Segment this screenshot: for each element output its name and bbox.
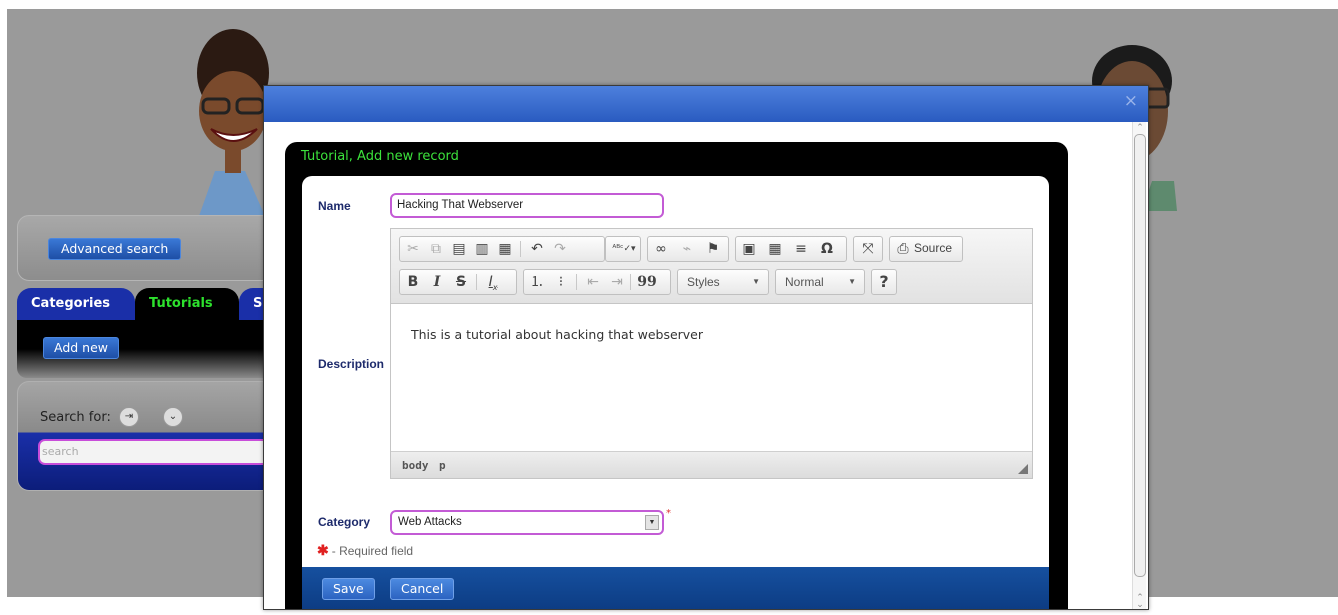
- close-icon[interactable]: ×: [1124, 92, 1138, 110]
- form-title: Tutorial, Add new record: [301, 149, 459, 164]
- link-group: ∞ ⌁ ⚑: [647, 236, 729, 262]
- maximize-group: ⤧: [853, 236, 883, 262]
- bold-button[interactable]: B: [402, 270, 424, 294]
- add-record-dialog: × ⌃ ⌃ ⌄ Tutorial, Add new record Name Hac…: [263, 85, 1149, 610]
- search-input[interactable]: search: [38, 439, 280, 465]
- category-selected-value: Web Attacks: [398, 516, 462, 528]
- redo-icon[interactable]: ↷: [549, 237, 571, 261]
- clipboard-group: ✂ ⧉ ▤ ▥ ▦ ↶ ↷: [399, 236, 605, 262]
- styles-combo-label: Styles: [687, 275, 720, 289]
- expand-down-icon[interactable]: ⌄: [163, 407, 183, 427]
- spellcheck-group: ᴬᴮᶜ✓▾: [605, 236, 641, 262]
- dialog-titlebar[interactable]: ×: [264, 86, 1148, 122]
- name-input[interactable]: Hacking That Webserver: [390, 193, 664, 218]
- search-for-label: Search for:: [40, 410, 111, 425]
- spellcheck-icon[interactable]: ᴬᴮᶜ✓▾: [608, 237, 640, 261]
- dialog-scrollbar[interactable]: ⌃ ⌃ ⌄: [1132, 122, 1146, 610]
- name-label: Name: [318, 199, 351, 213]
- anchor-flag-icon[interactable]: ⚑: [702, 237, 724, 261]
- table-icon[interactable]: ▦: [764, 237, 786, 261]
- italic-button[interactable]: I: [426, 270, 448, 294]
- path-p[interactable]: p: [439, 459, 446, 472]
- tab-categories[interactable]: Categories: [17, 288, 135, 320]
- link-icon[interactable]: ∞: [650, 237, 672, 261]
- asterisk-icon: ✱: [317, 542, 329, 558]
- image-icon[interactable]: ▣: [738, 237, 760, 261]
- required-indicator: *: [666, 508, 671, 519]
- help-group: ?: [871, 269, 897, 295]
- remove-format-icon[interactable]: Ix: [482, 270, 504, 294]
- horizontal-rule-icon[interactable]: ≡: [790, 237, 812, 261]
- numbered-list-icon[interactable]: ⒈: [526, 270, 548, 294]
- chevron-down-icon: ▼: [848, 277, 856, 286]
- chevron-down-icon: ▼: [752, 277, 760, 286]
- advanced-search-panel: Advanced search: [17, 215, 279, 281]
- scroll-up-icon[interactable]: ⌃: [1134, 122, 1146, 134]
- special-char-icon[interactable]: Ω: [816, 237, 838, 261]
- category-label: Category: [318, 515, 371, 529]
- path-body[interactable]: body: [402, 459, 429, 472]
- search-panel: Search for: ⇥ ⌄ search: [17, 381, 280, 491]
- scroll-down-icon[interactable]: ⌃ ⌄: [1134, 594, 1146, 610]
- undo-icon[interactable]: ↶: [526, 237, 548, 261]
- editor-content-area[interactable]: This is a tutorial about hacking that we…: [391, 305, 1032, 453]
- tab-tutorials[interactable]: Tutorials: [135, 288, 239, 320]
- chevron-down-icon[interactable]: ▼: [645, 515, 659, 530]
- insert-group: ▣ ▦ ≡ Ω: [735, 236, 847, 262]
- outdent-icon[interactable]: ⇤: [582, 270, 604, 294]
- cut-icon[interactable]: ✂: [402, 237, 424, 261]
- paste-icon[interactable]: ▤: [448, 237, 470, 261]
- editor-toolbar: ✂ ⧉ ▤ ▥ ▦ ↶ ↷ ᴬᴮᶜ✓▾ ∞ ⌁ ⚑ ▣ ▦ ≡ Ω ⤧ ⎙ So…: [391, 229, 1032, 304]
- description-label: Description: [318, 357, 385, 371]
- editor-status-bar: body p: [391, 451, 1032, 478]
- format-combo-label: Normal: [785, 275, 824, 289]
- cancel-button[interactable]: Cancel: [390, 578, 455, 600]
- list-group: ⒈ ⁝ ⇤ ⇥ 99: [523, 269, 671, 295]
- form-button-bar: Save Cancel: [302, 567, 1049, 609]
- avatar-left: [197, 29, 269, 216]
- paste-text-icon[interactable]: ▥: [471, 237, 493, 261]
- copy-icon[interactable]: ⧉: [425, 237, 447, 261]
- rich-text-editor: ✂ ⧉ ▤ ▥ ▦ ↶ ↷ ᴬᴮᶜ✓▾ ∞ ⌁ ⚑ ▣ ▦ ≡ Ω ⤧ ⎙ So…: [390, 228, 1033, 479]
- resize-handle-icon[interactable]: [1018, 464, 1028, 474]
- add-new-button[interactable]: Add new: [43, 337, 120, 359]
- styles-combo[interactable]: Styles ▼: [677, 269, 769, 295]
- form-frame: Tutorial, Add new record Name Hacking Th…: [285, 142, 1068, 609]
- blockquote-button[interactable]: 99: [636, 270, 658, 294]
- source-button-label: Source: [914, 241, 953, 255]
- save-button[interactable]: Save: [322, 578, 375, 600]
- maximize-icon[interactable]: ⤧: [857, 237, 879, 261]
- strike-button[interactable]: S: [450, 270, 472, 294]
- paste-word-icon[interactable]: ▦: [494, 237, 516, 261]
- add-new-panel: Add new: [17, 320, 279, 378]
- form-body: Name Hacking That Webserver Description …: [302, 176, 1049, 609]
- required-field-note: ✱ - Required field: [317, 542, 413, 559]
- source-group[interactable]: ⎙ Source: [889, 236, 963, 262]
- source-icon: ⎙: [897, 241, 909, 257]
- advanced-search-button[interactable]: Advanced search: [48, 238, 182, 260]
- format-combo[interactable]: Normal ▼: [775, 269, 865, 295]
- indent-icon[interactable]: ⇥: [606, 270, 628, 294]
- unlink-icon[interactable]: ⌁: [676, 237, 698, 261]
- required-note-text: - Required field: [331, 544, 414, 558]
- bulleted-list-icon[interactable]: ⁝: [550, 270, 572, 294]
- category-select[interactable]: Web Attacks ▼: [390, 510, 664, 535]
- toggle-icon[interactable]: ⇥: [119, 407, 139, 427]
- help-button[interactable]: ?: [873, 270, 895, 294]
- scroll-thumb[interactable]: [1134, 134, 1146, 577]
- tab-bar: Categories Tutorials S: [17, 288, 289, 320]
- basic-styles-group: B I S Ix: [399, 269, 517, 295]
